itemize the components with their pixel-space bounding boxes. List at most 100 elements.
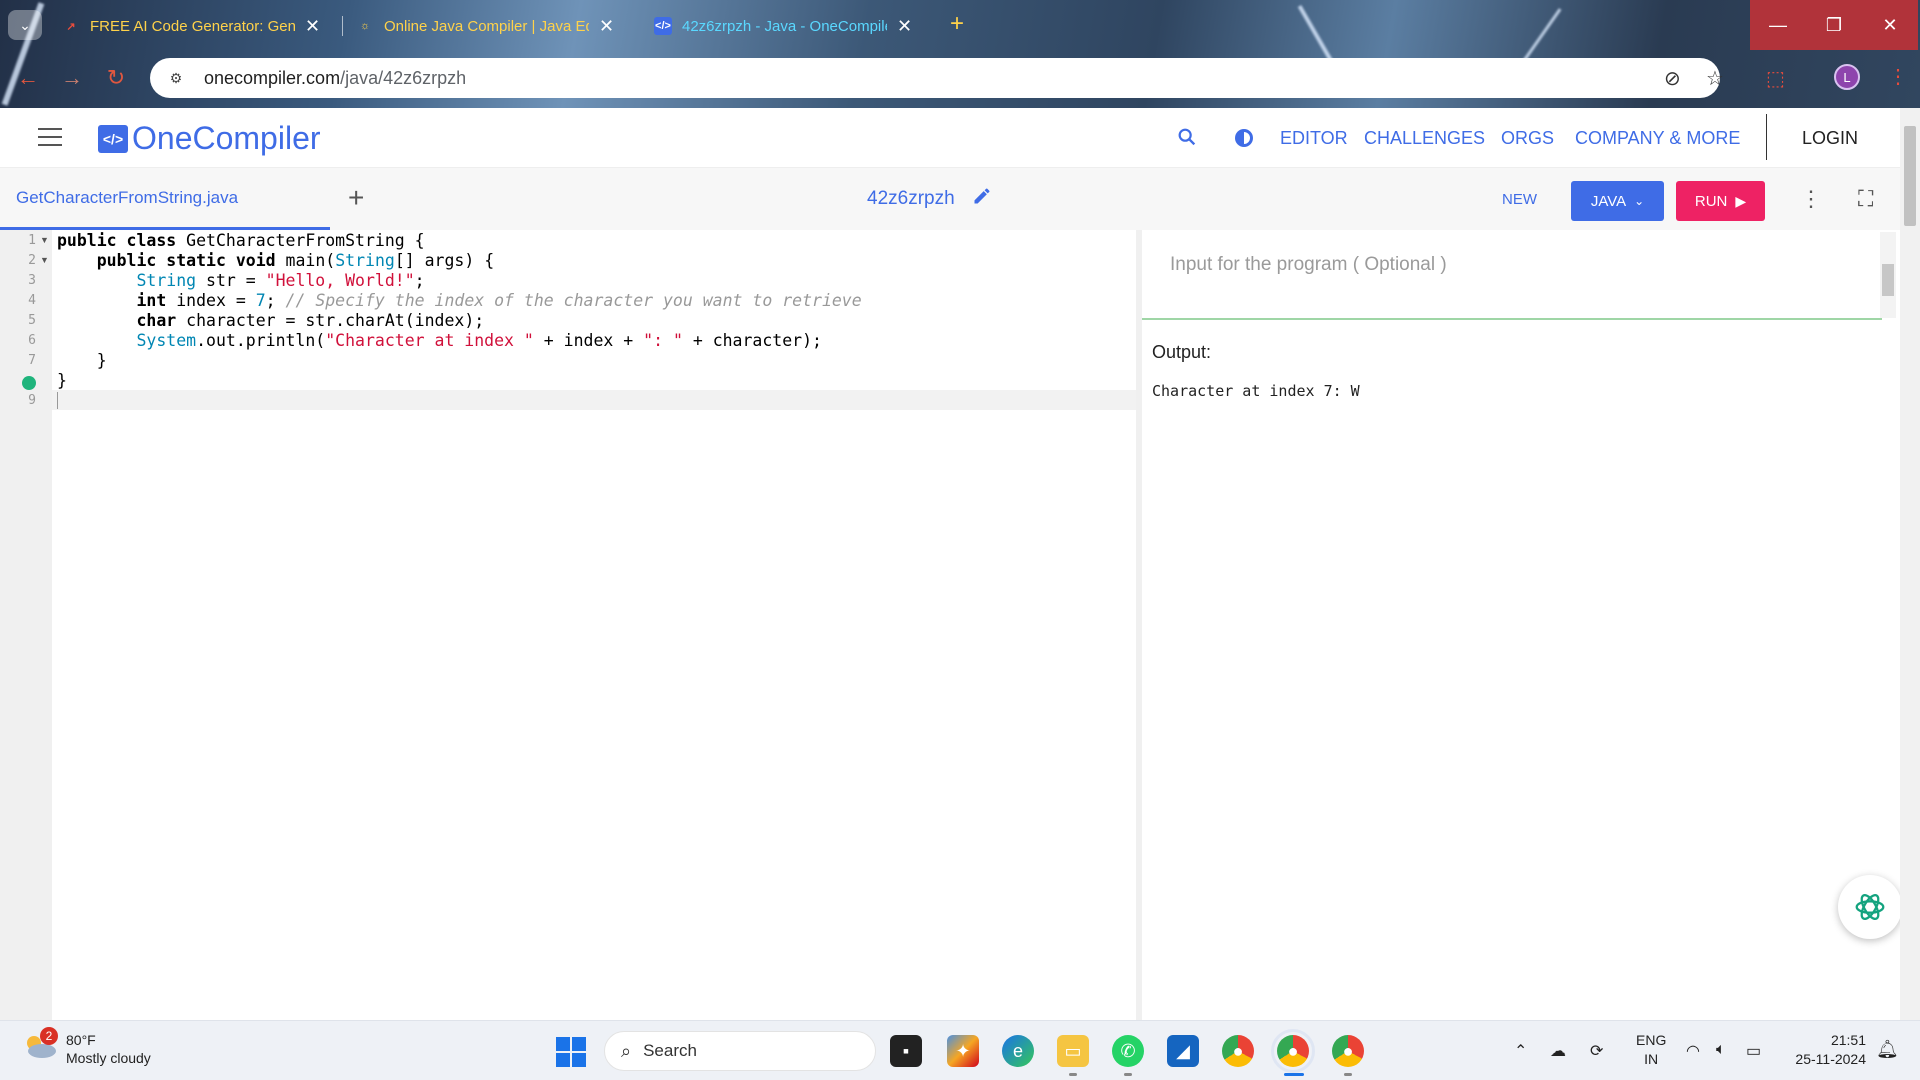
breakpoint-dot[interactable] <box>22 376 36 390</box>
weather-temp: 80°F <box>66 1032 96 1048</box>
weather-widget[interactable]: 2 80°F Mostly cloudy <box>22 1027 151 1067</box>
running-indicator <box>1124 1073 1132 1076</box>
code-editor[interactable]: 1 ▼ 2 ▼ 3 4 5 6 7 9 public class GetChar… <box>0 230 1136 1020</box>
nav-orgs[interactable]: ORGS <box>1501 128 1554 149</box>
chrome-icon[interactable]: ● <box>1222 1035 1254 1067</box>
browser-tab[interactable]: ↗ FREE AI Code Generator: Gene ✕ <box>50 8 332 44</box>
back-icon[interactable]: ← <box>12 62 44 94</box>
output-text: Character at index 7: W <box>1152 382 1360 400</box>
bookmark-star-icon[interactable]: ☆ <box>1706 66 1724 91</box>
close-icon[interactable]: ✕ <box>897 16 912 37</box>
close-icon[interactable]: ✕ <box>599 16 614 37</box>
battery-icon[interactable]: ▭ <box>1746 1041 1761 1061</box>
line-number: 5 <box>28 313 36 328</box>
windows-taskbar: 2 80°F Mostly cloudy ⌕ Search ▪ ✦ e ▭ ✆ … <box>0 1020 1920 1080</box>
extensions-icon[interactable]: ⬚ <box>1766 66 1785 91</box>
browser-tab[interactable]: ☼ Online Java Compiler | Java Edit ✕ <box>344 8 626 44</box>
browser-tab-active[interactable]: </> 42z6zrpzh - Java - OneCompiler ✕ <box>642 8 924 44</box>
site-info-icon[interactable]: ⚙ <box>162 64 190 92</box>
tab-title: Online Java Compiler | Java Edit <box>384 17 589 35</box>
code-line-6: System.out.println("Character at index "… <box>136 331 822 350</box>
browser-menu-icon[interactable]: ⋮ <box>1888 64 1908 89</box>
edge-icon[interactable]: e <box>1002 1035 1034 1067</box>
chrome-icon[interactable]: ● <box>1332 1035 1364 1067</box>
line-number: 6 <box>28 333 36 348</box>
login-link[interactable]: LOGIN <box>1802 128 1858 149</box>
tab-favicon-icon: ☼ <box>359 20 371 32</box>
site-logo[interactable]: </> OneCompiler <box>98 120 321 157</box>
restore-button[interactable]: ❐ <box>1806 0 1862 50</box>
search-icon[interactable] <box>1176 126 1198 154</box>
whatsapp-icon[interactable]: ✆ <box>1112 1035 1144 1067</box>
task-view-icon[interactable]: ▪ <box>890 1035 922 1067</box>
scrollbar-thumb[interactable] <box>1882 264 1894 296</box>
file-explorer-icon[interactable]: ▭ <box>1057 1035 1089 1067</box>
running-indicator <box>1069 1073 1077 1076</box>
page-scrollbar[interactable] <box>1900 108 1920 1020</box>
minimize-button[interactable]: — <box>1750 0 1806 50</box>
running-indicator <box>1344 1073 1352 1076</box>
url-text: onecompiler.com/java/42z6zrpzh <box>204 68 466 89</box>
notification-bell-icon[interactable]: 🔔︎ <box>1876 1039 1899 1060</box>
line-number: 7 <box>28 353 36 368</box>
address-bar[interactable]: ⚙ onecompiler.com/java/42z6zrpzh <box>150 58 1720 98</box>
editor-toolbar: GetCharacterFromString.java + 42z6zrpzh … <box>0 168 1900 230</box>
taskbar-search[interactable]: ⌕ Search <box>604 1031 876 1071</box>
ai-assistant-button[interactable] <box>1838 875 1902 939</box>
program-input[interactable]: Input for the program ( Optional ) <box>1142 230 1882 320</box>
run-button[interactable]: RUN ▶ <box>1676 181 1765 221</box>
hamburger-menu-icon[interactable] <box>38 128 62 146</box>
language-label: JAVA <box>1590 192 1627 210</box>
profile-avatar[interactable]: L <box>1834 64 1860 90</box>
tab-search-button[interactable]: ⌄ <box>8 10 42 40</box>
browser-chrome: ⌄ ↗ FREE AI Code Generator: Gene ✕ ☼ Onl… <box>0 0 1920 108</box>
fold-arrow-icon[interactable]: ▼ <box>40 235 49 245</box>
input-scrollbar[interactable] <box>1880 232 1896 318</box>
nav-challenges[interactable]: CHALLENGES <box>1364 128 1485 149</box>
nav-company-more[interactable]: COMPANY & MORE <box>1575 128 1740 149</box>
line-number: 3 <box>28 273 36 288</box>
network-activity-icon[interactable]: ⟳ <box>1590 1041 1603 1061</box>
close-icon[interactable]: ✕ <box>305 16 320 37</box>
system-clock[interactable]: 21:51 25-11-2024 <box>1786 1031 1866 1069</box>
nav-editor[interactable]: EDITOR <box>1280 128 1348 149</box>
volume-muted-icon[interactable]: 🔈︎ <box>1716 1041 1726 1059</box>
eye-off-icon[interactable]: ⊘ <box>1664 66 1681 91</box>
code-line-1: public class GetCharacterFromString { <box>57 231 425 250</box>
chrome-profile-icon[interactable]: ● <box>1271 1029 1315 1073</box>
windows-start-icon[interactable] <box>556 1037 586 1067</box>
output-label: Output: <box>1152 342 1212 362</box>
reload-icon[interactable]: ↻ <box>100 62 132 94</box>
tab-title: 42z6zrpzh - Java - OneCompiler <box>682 17 887 35</box>
shark-app-icon[interactable]: ◢ <box>1167 1035 1199 1067</box>
navigation-bar: ← → ↻ ⚙ onecompiler.com/java/42z6zrpzh ⊘… <box>0 56 1920 100</box>
theme-toggle-icon[interactable] <box>1232 126 1256 156</box>
window-close-button[interactable]: ✕ <box>1862 0 1918 50</box>
fold-arrow-icon[interactable]: ▼ <box>40 255 49 265</box>
scrollbar-thumb[interactable] <box>1904 126 1916 226</box>
language-select-button[interactable]: JAVA ⌄ <box>1571 181 1664 221</box>
line-number: 4 <box>28 293 36 308</box>
edit-pencil-icon[interactable] <box>972 186 992 212</box>
code-id[interactable]: 42z6zrpzh <box>867 188 955 210</box>
new-tab-button[interactable]: + <box>950 10 964 38</box>
tab-title: FREE AI Code Generator: Gene <box>90 17 295 35</box>
tab-separator <box>342 16 343 36</box>
active-indicator <box>1284 1073 1304 1076</box>
cloud-sync-icon[interactable]: ☁ <box>1550 1041 1566 1061</box>
tab-favicon-icon: ↗ <box>66 20 76 33</box>
line-gutter: 1 ▼ 2 ▼ 3 4 5 6 7 9 <box>0 230 52 1020</box>
add-file-icon[interactable]: + <box>348 182 364 214</box>
file-tab[interactable]: GetCharacterFromString.java <box>0 168 330 230</box>
fullscreen-icon[interactable]: ⛶ <box>1858 186 1873 212</box>
chevron-up-icon[interactable]: ⌃ <box>1514 1041 1527 1061</box>
input-language[interactable]: ENG IN <box>1636 1031 1666 1069</box>
copilot-icon[interactable]: ✦ <box>947 1035 979 1067</box>
new-button[interactable]: NEW <box>1502 191 1537 208</box>
taskbar-search-label: Search <box>643 1041 697 1060</box>
wifi-icon[interactable]: ◠ <box>1686 1041 1700 1061</box>
more-options-icon[interactable]: ⋮ <box>1800 186 1822 212</box>
play-icon: ▶ <box>1735 192 1747 209</box>
code-line-8: } <box>57 371 67 390</box>
forward-icon[interactable]: → <box>56 62 88 94</box>
